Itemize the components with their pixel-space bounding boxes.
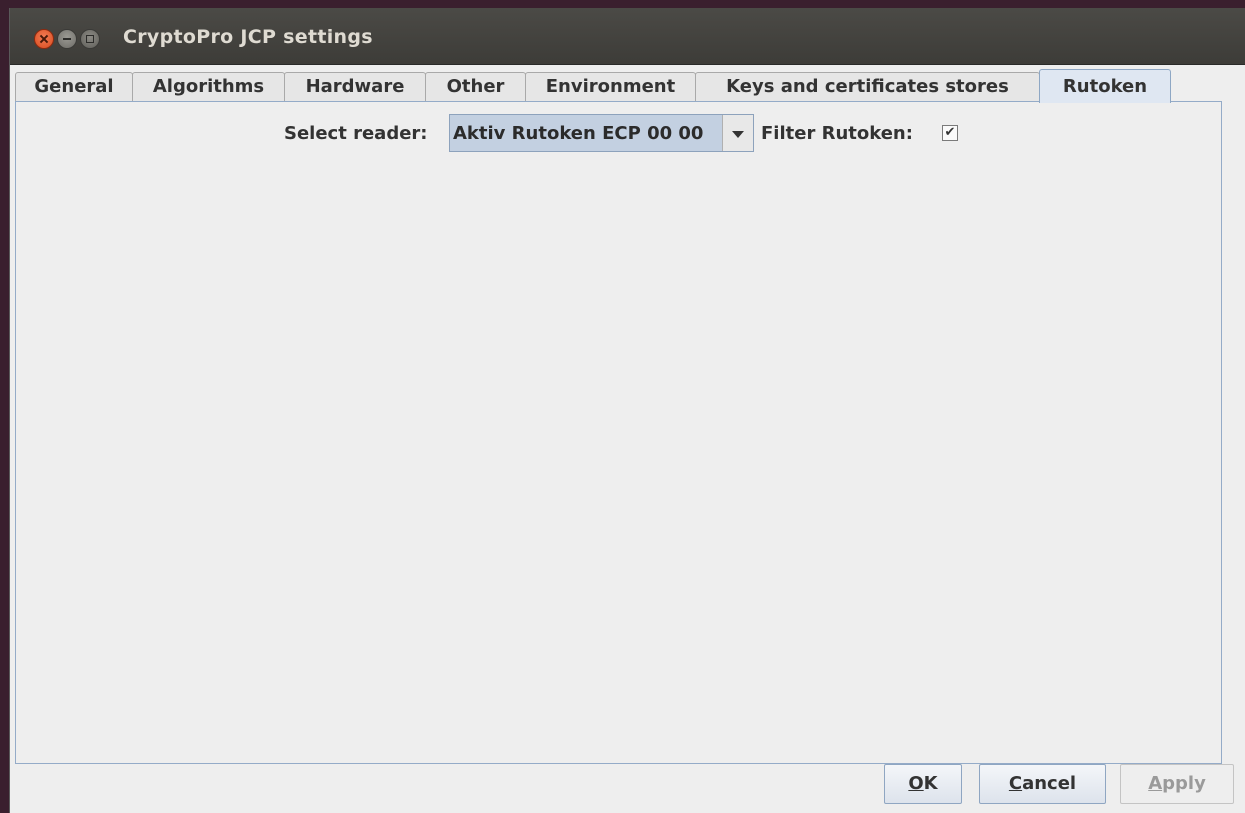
chevron-down-icon[interactable] bbox=[722, 115, 753, 151]
maximize-icon[interactable] bbox=[80, 29, 100, 49]
tab-general[interactable]: General bbox=[15, 72, 133, 102]
tab-rutoken[interactable]: Rutoken bbox=[1039, 69, 1171, 103]
apply-button[interactable]: Apply bbox=[1120, 764, 1234, 804]
cancel-button[interactable]: Cancel bbox=[979, 764, 1106, 804]
cancel-label: ancel bbox=[1022, 773, 1077, 794]
ok-mnemonic: O bbox=[908, 773, 924, 794]
filter-rutoken-checkbox[interactable]: ✔ bbox=[942, 125, 958, 141]
reader-select[interactable]: Aktiv Rutoken ECP 00 00 bbox=[449, 114, 754, 152]
close-icon[interactable] bbox=[34, 29, 54, 49]
select-reader-label: Select reader: bbox=[284, 123, 428, 144]
title-bar: CryptoPro JCP settings bbox=[10, 8, 1245, 65]
minimize-icon[interactable] bbox=[57, 29, 77, 49]
reader-select-value: Aktiv Rutoken ECP 00 00 bbox=[453, 123, 704, 144]
tab-keys-and-certificates-stores[interactable]: Keys and certificates stores bbox=[695, 72, 1040, 102]
apply-label: pply bbox=[1162, 773, 1206, 794]
tab-hardware[interactable]: Hardware bbox=[284, 72, 426, 102]
filter-rutoken-label: Filter Rutoken: bbox=[761, 123, 913, 144]
ok-label: K bbox=[923, 773, 938, 794]
tab-other[interactable]: Other bbox=[425, 72, 526, 102]
rutoken-panel: Select reader: Aktiv Rutoken ECP 00 00 F… bbox=[15, 101, 1222, 764]
tab-environment[interactable]: Environment bbox=[525, 72, 696, 102]
window-title: CryptoPro JCP settings bbox=[123, 26, 373, 48]
tab-algorithms[interactable]: Algorithms bbox=[132, 72, 285, 102]
cancel-mnemonic: C bbox=[1008, 773, 1023, 794]
ok-button[interactable]: OK bbox=[884, 764, 962, 804]
checkmark-icon: ✔ bbox=[944, 125, 956, 140]
apply-mnemonic: A bbox=[1148, 773, 1163, 794]
